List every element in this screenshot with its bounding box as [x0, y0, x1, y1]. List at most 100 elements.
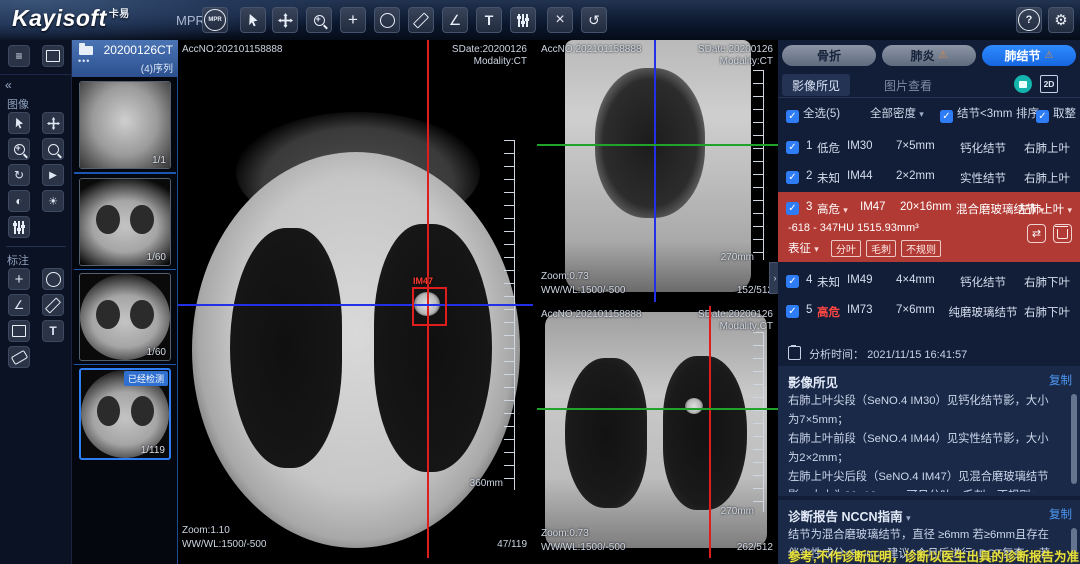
round-checkbox[interactable]: ✓取整	[1036, 105, 1076, 123]
image-number: IM49	[847, 274, 873, 286]
rail-ellipse-button[interactable]	[42, 268, 64, 290]
filter-bar: ✓全选(5) 全部密度 ▾ ✓结节<3mm 排序 ▾ ✓取整	[778, 100, 1080, 126]
settings-button[interactable]: ⚙	[1048, 7, 1074, 33]
reset-button[interactable]: ↺	[581, 7, 607, 33]
axial-reference-line[interactable]	[537, 144, 778, 146]
checkbox-checked-icon: ✓	[786, 171, 799, 184]
slice-indicator: 152/512	[737, 285, 773, 296]
row-checkbox[interactable]: ✓	[786, 200, 803, 215]
module-lung-nodule-button[interactable]: 肺结节⚠	[982, 45, 1076, 66]
nodule-location-dropdown[interactable]: 左肺上叶 ▾	[1018, 201, 1072, 217]
rotate-cw-icon: ↻	[14, 168, 24, 182]
small-nodule-checkbox[interactable]: ✓结节<3mm	[940, 105, 1012, 123]
ruler-length-label: 270mm	[721, 506, 754, 517]
module-pneumonia-button[interactable]: 肺炎⚠	[882, 45, 976, 66]
thumbnail-separator	[74, 269, 176, 270]
brand-text: Kayisoft	[12, 5, 107, 31]
rail-pan-button[interactable]	[42, 112, 64, 134]
row-checkbox[interactable]: ✓	[786, 303, 803, 318]
rail-window-adjust-button[interactable]	[8, 216, 30, 238]
zoom-in-icon: +	[14, 144, 25, 155]
ellipse-tool-button[interactable]	[374, 7, 400, 33]
rail-ruler-button[interactable]	[42, 294, 64, 316]
zoom-in-tool-button[interactable]: +	[306, 7, 332, 33]
sagittal-viewport[interactable]: AccNO:202101158888 SDate:20200126 Modali…	[537, 40, 778, 302]
nodule-location: 右肺上叶	[1024, 140, 1070, 156]
angle-icon: ∠	[14, 298, 25, 312]
study-header[interactable]: 20200126CT ••• (4)序列	[72, 40, 178, 77]
2d-view-button[interactable]: 2D	[1040, 75, 1058, 93]
nodule-size: 20×16mm	[900, 201, 951, 213]
findings-scrollbar[interactable]	[1071, 394, 1077, 484]
rail-eraser-button[interactable]	[8, 346, 30, 368]
collapse-rail-button[interactable]: «	[5, 78, 12, 92]
axial-reference-line[interactable]	[537, 408, 778, 410]
chevron-down-icon[interactable]: ▾	[906, 513, 911, 523]
tab-image-findings[interactable]: 影像所见	[782, 74, 850, 96]
rail-rect-button[interactable]	[8, 320, 30, 342]
series-thumbnail-1[interactable]: 1/1	[79, 81, 171, 169]
rail-brightness-button[interactable]: ☀	[42, 190, 64, 212]
row-checkbox[interactable]: ✓	[786, 273, 803, 288]
analysis-time: 分析时间： 2021/11/15 16:41:57	[788, 346, 967, 362]
slice-count: 1/119	[141, 445, 165, 456]
crosshair-tool-button[interactable]: +	[340, 7, 366, 33]
pan-tool-button[interactable]	[272, 7, 298, 33]
delete-nodule-button[interactable]	[1053, 224, 1072, 243]
layout-tab[interactable]	[42, 45, 64, 67]
compare-button[interactable]: ⇄	[1027, 224, 1046, 243]
nodule-row-3-selected[interactable]: ✓ 3 高危 ▾ IM47 20×16mm 混合磨玻璃结节 ▾ 左肺上叶 ▾ -…	[778, 192, 1080, 262]
mpr-layout-button[interactable]: MPR	[202, 7, 228, 33]
more-icon[interactable]: •••	[78, 56, 90, 66]
ruler-length-label: 270mm	[721, 252, 754, 263]
nodule-row-4[interactable]: ✓ 4 未知 IM49 4×4mm 钙化结节 右肺下叶	[778, 266, 1080, 296]
rail-cine-play-button[interactable]: ▶	[42, 164, 64, 186]
zoom-overlay: Zoom:1.10	[182, 525, 230, 536]
nodule-row-2[interactable]: ✓ 2 未知 IM44 2×2mm 实性结节 右肺上叶	[778, 162, 1080, 192]
coronal-reference-line[interactable]	[654, 40, 656, 302]
nodule-roi-box[interactable]	[412, 287, 447, 326]
rail-rotate-image-button[interactable]: ↻	[8, 164, 30, 186]
coronal-viewport[interactable]: AccNO:202101158888 SDate:20200126 Modali…	[537, 306, 778, 558]
report-image-button[interactable]	[1014, 75, 1032, 93]
risk-level-dropdown[interactable]: 高危 ▾	[817, 201, 848, 217]
nodule-lesion	[685, 398, 703, 414]
delete-annotation-button[interactable]: ×	[547, 7, 573, 33]
series-list-tab[interactable]: ≡	[8, 45, 30, 67]
help-button[interactable]: ?	[1016, 7, 1042, 33]
series-thumbnail-4-selected[interactable]: 已经检测 1/119	[79, 368, 171, 460]
rail-crosshair-button[interactable]: +	[8, 268, 30, 290]
rail-magnify-button[interactable]	[42, 138, 64, 160]
nodule-index: 5	[806, 304, 812, 316]
window-adjust-button[interactable]	[510, 7, 536, 33]
angle-tool-button[interactable]: ∠	[442, 7, 468, 33]
copy-report-link[interactable]: 复制	[1049, 506, 1072, 522]
text-tool-button[interactable]: T	[476, 7, 502, 33]
module-fracture-button[interactable]: 骨折	[782, 45, 876, 66]
findings-text: 右肺上叶尖段（SeNO.4 IM30）见钙化结节影，大小为7×5mm； 右肺上叶…	[788, 392, 1056, 492]
copy-findings-link[interactable]: 复制	[1049, 372, 1072, 388]
pointer-tool-button[interactable]	[240, 7, 266, 33]
select-all-checkbox[interactable]: ✓全选(5)	[786, 105, 840, 123]
tab-picture-view[interactable]: 图片查看	[874, 74, 942, 96]
row-checkbox[interactable]: ✓	[786, 169, 803, 184]
density-filter-dropdown[interactable]: 全部密度 ▾	[870, 105, 924, 121]
axial-viewport[interactable]: AccNO:202101158888 SDate:20200126 Modali…	[178, 40, 533, 558]
findings-section: 影像所见 复制 右肺上叶尖段（SeNO.4 IM30）见钙化结节影，大小为7×5…	[778, 366, 1080, 496]
checkbox-checked-icon: ✓	[786, 305, 799, 318]
sagittal-reference-line[interactable]	[709, 306, 711, 558]
series-thumbnail-2[interactable]: 1/60	[79, 178, 171, 266]
row-checkbox[interactable]: ✓	[786, 139, 803, 154]
series-thumbnail-3[interactable]: 1/60	[79, 273, 171, 361]
coronal-reference-line[interactable]	[178, 304, 533, 306]
rail-angle-button[interactable]: ∠	[8, 294, 30, 316]
rail-pointer-button[interactable]	[8, 112, 30, 134]
feature-dropdown[interactable]: 表征 ▾	[788, 240, 819, 256]
finding-line: 右肺上叶前段（SeNO.4 IM44）见实性结节影，大小为2×2mm；	[788, 430, 1056, 468]
rail-text-button[interactable]: T	[42, 320, 64, 342]
ruler-tool-button[interactable]	[408, 7, 434, 33]
rail-invert-button[interactable]: ◐	[8, 190, 30, 212]
nodule-row-5[interactable]: ✓ 5 高危 IM73 7×6mm 纯磨玻璃结节 右肺下叶	[778, 296, 1080, 326]
nodule-row-1[interactable]: ✓ 1 低危 IM30 7×5mm 钙化结节 右肺上叶	[778, 132, 1080, 162]
rail-zoom-in-button[interactable]: +	[8, 138, 30, 160]
